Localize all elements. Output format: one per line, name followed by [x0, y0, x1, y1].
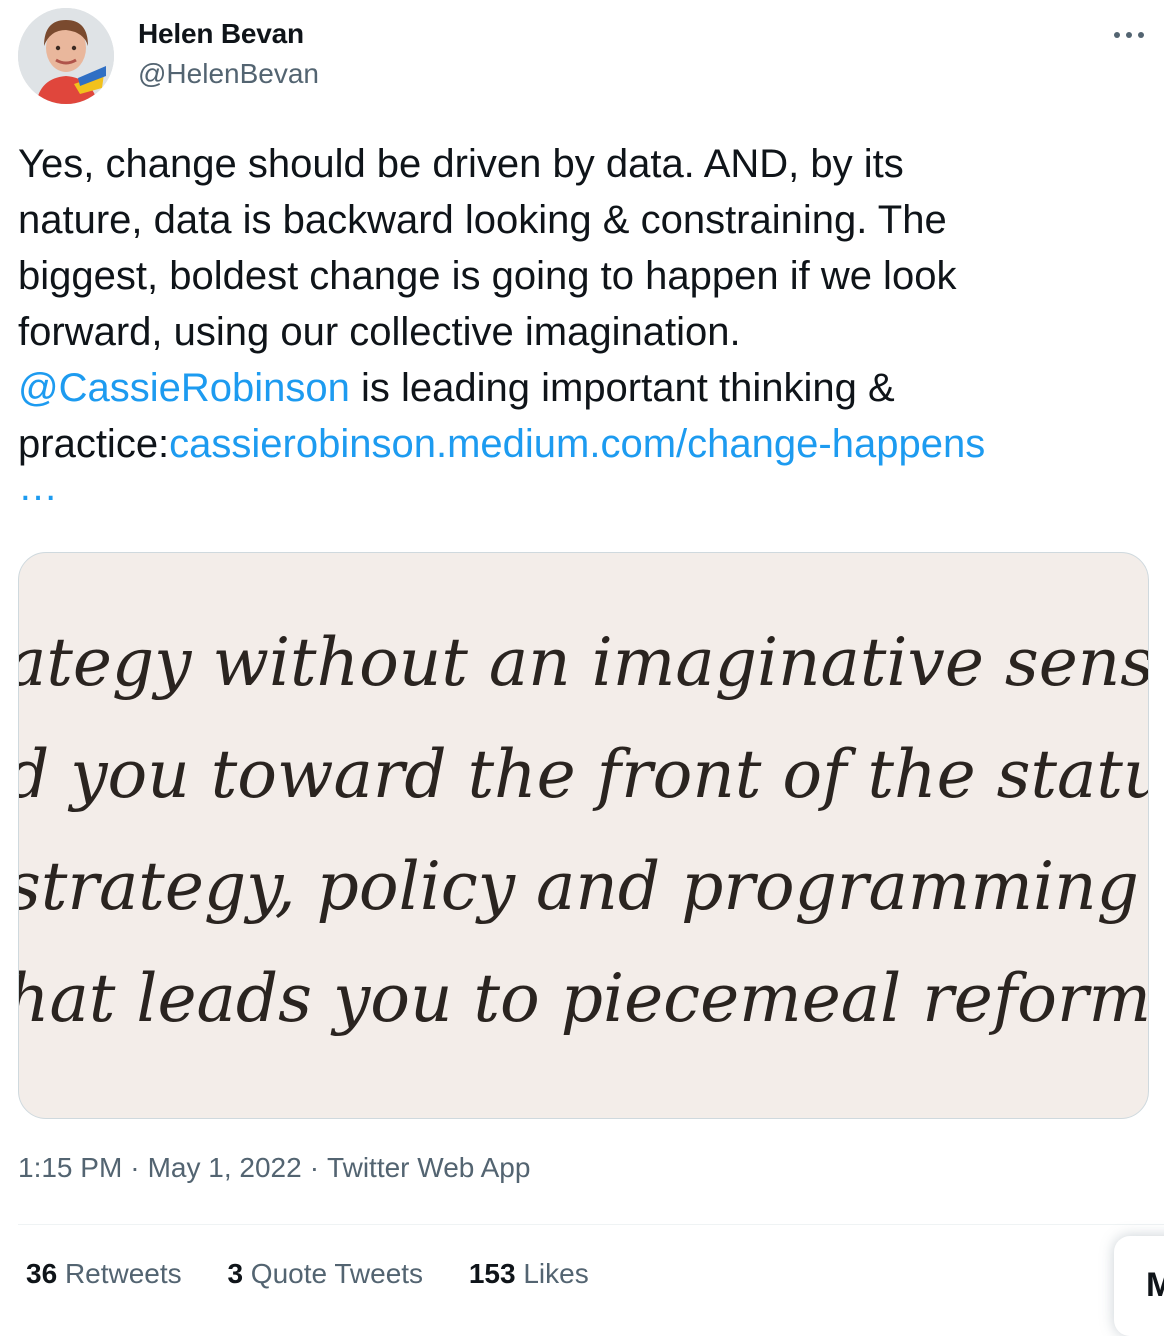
tweet-text-segment: is leading important thinking & — [349, 366, 895, 410]
quote-line: ategy without an imaginative sense of wh — [19, 624, 1149, 701]
truncated-link-ellipsis[interactable]: … — [18, 467, 1164, 512]
tweet-time[interactable]: 1:15 PM — [18, 1152, 122, 1183]
quote-tweets-count: 3 — [227, 1258, 244, 1289]
partial-popup[interactable]: M — [1114, 1236, 1164, 1336]
likes-count: 153 — [468, 1258, 516, 1289]
quote-tweets-label: Quote Tweets — [250, 1258, 424, 1289]
quote-tweets-stat[interactable]: 3 Quote Tweets — [227, 1258, 423, 1290]
meta-separator: · — [130, 1152, 140, 1183]
divider — [18, 1224, 1164, 1225]
more-dots-icon — [1114, 32, 1144, 38]
likes-stat[interactable]: 153 Likes — [469, 1258, 589, 1290]
tweet-line: Yes, change should be driven by data. AN… — [18, 142, 904, 186]
mention-link[interactable]: @CassieRobinson — [18, 366, 350, 410]
quote-line: hat leads you to piecemeal reform.” — A — [19, 960, 1149, 1037]
avatar-image — [18, 8, 114, 104]
tweet-source[interactable]: Twitter Web App — [327, 1152, 530, 1183]
retweets-label: Retweets — [64, 1258, 182, 1289]
author-name[interactable]: Helen Bevan — [138, 18, 304, 50]
tweet-line: forward, using our collective imaginatio… — [18, 310, 741, 354]
likes-label: Likes — [523, 1258, 589, 1289]
quote-image: ategy without an imaginative sense of wh… — [19, 624, 1149, 1037]
quote-line: d you toward the front of the status quo… — [19, 736, 1149, 813]
retweets-stat[interactable]: 36 Retweets — [26, 1258, 182, 1290]
tweet-text-segment: practice: — [18, 422, 170, 466]
popup-partial-text: M — [1146, 1266, 1164, 1304]
more-options-button[interactable] — [1106, 18, 1152, 52]
article-link[interactable]: cassierobinson.medium.com/change-happens — [169, 422, 985, 466]
tweet-text: Yes, change should be driven by data. AN… — [18, 136, 1164, 512]
tweet-line: practice:cassierobinson.medium.com/chang… — [18, 416, 1164, 472]
tweet-meta: 1:15 PM · May 1, 2022 · Twitter Web App — [18, 1152, 530, 1184]
author-handle[interactable]: @HelenBevan — [138, 58, 319, 90]
meta-separator: · — [309, 1152, 320, 1183]
media-image[interactable]: ategy without an imaginative sense of wh… — [18, 552, 1149, 1119]
quote-line: strategy, policy and programming and l — [19, 848, 1149, 925]
retweets-count: 36 — [26, 1258, 58, 1289]
tweet-date[interactable]: May 1, 2022 — [148, 1152, 302, 1183]
tweet-line: @CassieRobinson is leading important thi… — [18, 360, 1164, 416]
tweet-line: nature, data is backward looking & const… — [18, 198, 947, 242]
tweet-line: biggest, boldest change is going to happ… — [18, 254, 957, 298]
tweet-stats: 36 Retweets 3 Quote Tweets 153 Likes — [26, 1258, 627, 1290]
avatar[interactable] — [18, 8, 114, 104]
